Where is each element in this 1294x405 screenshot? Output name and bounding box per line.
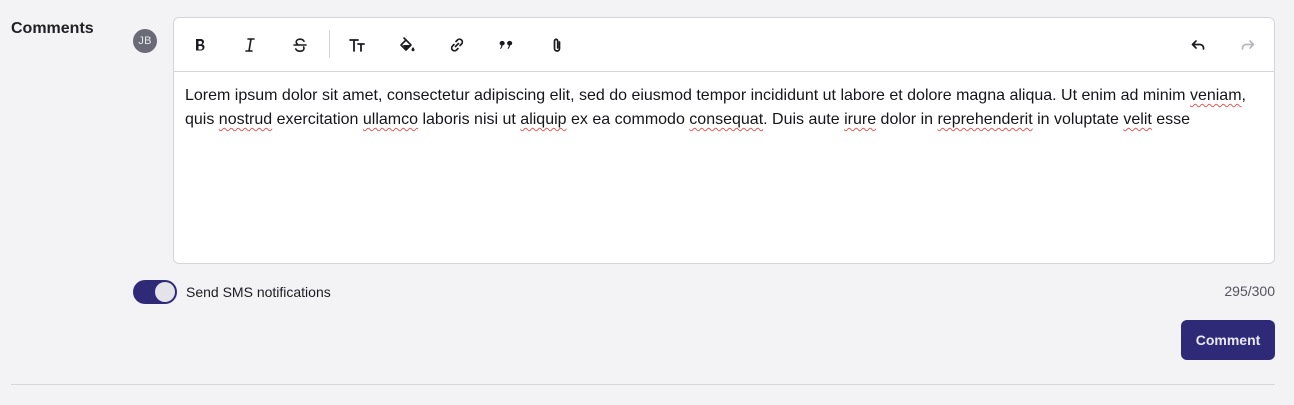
undo-icon <box>1191 40 1205 50</box>
text-segment: laboris nisi ut <box>418 111 521 128</box>
attachment-icon <box>553 38 561 52</box>
sms-notifications-label: Send SMS notifications <box>186 284 331 300</box>
misspelled-word: nostrud <box>218 111 273 128</box>
fill-color-button[interactable] <box>392 30 422 60</box>
fill-color-icon <box>400 37 415 52</box>
misspelled-word: aliquip <box>520 111 567 128</box>
italic-icon <box>245 38 255 52</box>
sms-notifications-toggle[interactable] <box>133 280 177 304</box>
comments-label: Comments <box>11 20 94 37</box>
text-segment: esse <box>1151 111 1191 128</box>
text-size-icon <box>349 39 365 52</box>
text-segment: dolor in <box>876 111 938 128</box>
toggle-knob <box>155 282 175 302</box>
redo-icon <box>1241 40 1255 50</box>
redo-button[interactable] <box>1233 30 1263 60</box>
toolbar-separator <box>329 30 330 58</box>
comment-text-area[interactable]: Lorem ipsum dolor sit amet, consectetur … <box>174 72 1274 132</box>
text-segment: . Duis aute <box>763 111 845 128</box>
section-divider <box>11 384 1275 385</box>
strikethrough-icon <box>293 38 307 53</box>
rich-text-editor: Lorem ipsum dolor sit amet, consectetur … <box>173 17 1275 264</box>
text-segment: in voluptate <box>1032 111 1124 128</box>
undo-button[interactable] <box>1183 30 1213 60</box>
text-segment: ex ea commodo <box>566 111 690 128</box>
comment-submit-button[interactable]: Comment <box>1181 320 1275 360</box>
quote-button[interactable] <box>492 30 522 60</box>
quote-icon <box>499 40 513 49</box>
link-button[interactable] <box>442 30 472 60</box>
bold-icon <box>196 39 205 51</box>
editor-toolbar <box>174 18 1274 72</box>
misspelled-word: veniam <box>1189 87 1242 104</box>
misspelled-word: velit <box>1123 111 1152 128</box>
strikethrough-button[interactable] <box>285 30 315 60</box>
avatar: JB <box>133 29 157 53</box>
misspelled-word: reprehenderit <box>937 111 1033 128</box>
text-segment: Lorem ipsum dolor sit amet, consectetur … <box>185 87 1190 104</box>
bold-button[interactable] <box>185 30 215 60</box>
italic-button[interactable] <box>235 30 265 60</box>
misspelled-word: irure <box>844 111 877 128</box>
misspelled-word: consequat <box>689 111 764 128</box>
attachment-button[interactable] <box>542 30 572 60</box>
character-count: 295/300 <box>1224 283 1275 299</box>
misspelled-word: ullamco <box>362 111 419 128</box>
link-icon <box>450 38 464 52</box>
text-size-button[interactable] <box>342 30 372 60</box>
text-segment: exercitation <box>272 111 363 128</box>
